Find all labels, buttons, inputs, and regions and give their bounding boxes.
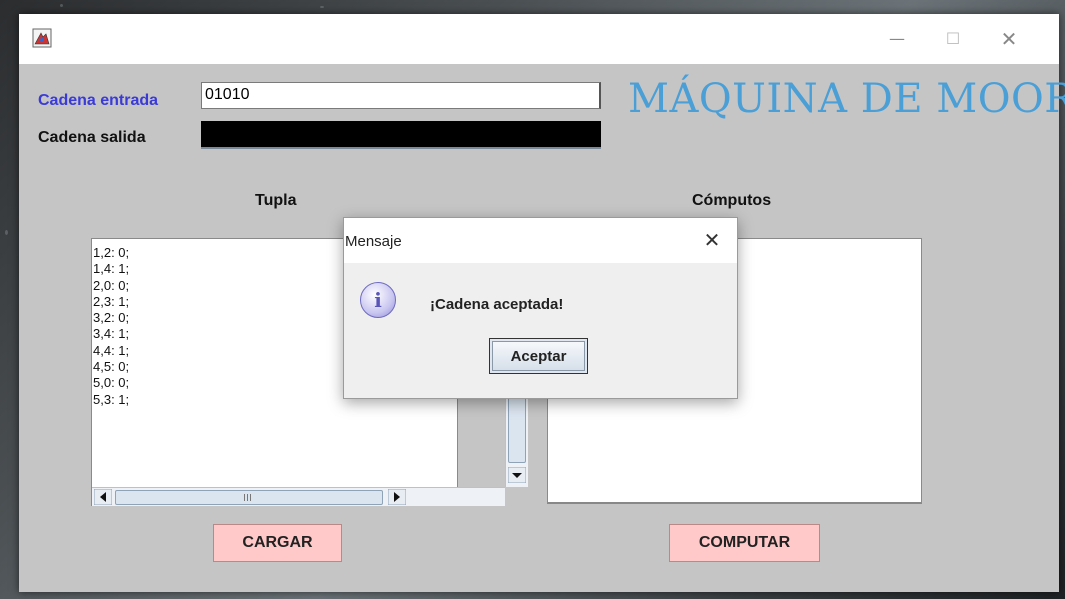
list-item[interactable]: 3,4: 1; <box>93 326 129 342</box>
list-item[interactable]: 2,3: 1; <box>93 294 129 310</box>
tuple-list: 1,2: 0; 1,4: 1; 2,0: 0; 2,3: 1; 3,2: 0; … <box>93 245 129 408</box>
list-item[interactable]: 4,5: 0; <box>93 359 129 375</box>
dialog-message: ¡Cadena aceptada! <box>430 296 564 313</box>
dialog-close-button[interactable]: ✕ <box>692 224 732 256</box>
output-string-field[interactable] <box>201 121 601 149</box>
list-item[interactable]: 3,2: 0; <box>93 310 129 326</box>
horizontal-scrollbar[interactable] <box>92 487 505 506</box>
scroll-down-icon[interactable] <box>508 467 526 483</box>
list-item[interactable]: 4,4: 1; <box>93 343 129 359</box>
output-string-label: Cadena salida <box>38 129 146 146</box>
list-item[interactable]: 2,0: 0; <box>93 278 129 294</box>
app-title: MÁQUINA DE MOORE <box>628 76 1065 122</box>
computations-header: Cómputos <box>692 192 772 209</box>
scroll-left-icon[interactable] <box>94 489 112 505</box>
list-item[interactable]: 1,2: 0; <box>93 245 129 261</box>
desktop-speck <box>60 4 63 7</box>
desktop-speck <box>320 6 324 8</box>
tuple-header: Tupla <box>255 192 297 209</box>
scroll-right-icon[interactable] <box>388 489 406 505</box>
load-button[interactable]: CARGAR <box>213 524 342 562</box>
vertical-scroll-thumb[interactable] <box>508 389 526 463</box>
java-app-icon <box>32 28 52 48</box>
message-dialog: Mensaje ✕ i ¡Cadena aceptada! Aceptar <box>343 217 738 399</box>
maximize-button[interactable]: ☐ <box>930 22 976 56</box>
dialog-title-bar: Mensaje ✕ <box>344 218 737 263</box>
input-string-label: Cadena entrada <box>38 92 159 109</box>
list-item[interactable]: 1,4: 1; <box>93 261 129 277</box>
desktop-speck <box>5 230 8 235</box>
list-item[interactable]: 5,0: 0; <box>93 375 129 391</box>
close-button[interactable]: ✕ <box>986 22 1032 56</box>
horizontal-scroll-thumb[interactable] <box>115 490 383 505</box>
list-item[interactable]: 5,3: 1; <box>93 392 129 408</box>
ok-button-label: Aceptar <box>492 341 585 371</box>
dialog-title: Mensaje <box>345 233 402 250</box>
title-bar: — ☐ ✕ <box>19 14 1059 64</box>
input-string-field[interactable]: 01010 <box>201 82 601 109</box>
info-icon: i <box>360 282 396 318</box>
ok-button[interactable]: Aceptar <box>489 338 588 374</box>
minimize-button[interactable]: — <box>874 22 920 56</box>
compute-button[interactable]: COMPUTAR <box>669 524 820 562</box>
